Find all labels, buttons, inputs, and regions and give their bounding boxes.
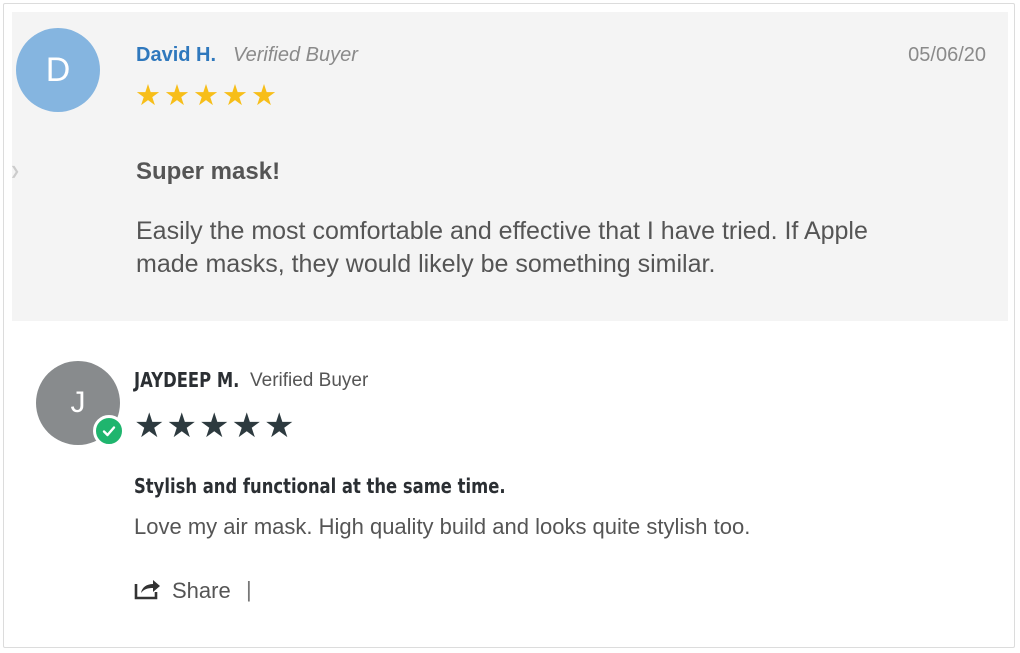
share-label: Share: [172, 577, 231, 603]
reviewer-name[interactable]: David H.: [136, 44, 216, 67]
review-card: ❯ D David H. Verified Buyer 05/06/20 ★ ★…: [10, 12, 1008, 321]
verified-buyer-label: Verified Buyer: [233, 44, 358, 66]
review-title: Super mask!: [136, 158, 281, 185]
star-rating: ★ ★ ★ ★ ★: [134, 409, 294, 443]
review-body: Easily the most comfortable and effectiv…: [136, 217, 868, 278]
star-icon: ★: [134, 407, 165, 445]
star-icon: ★: [251, 80, 277, 112]
star-icon: ★: [166, 407, 197, 445]
avatar: D: [16, 28, 100, 112]
scroll-edge-icon: ❯: [10, 164, 21, 178]
review-body: Love my air mask. High quality build and…: [134, 514, 751, 539]
star-icon: ★: [135, 80, 161, 112]
action-divider: |: [246, 577, 252, 602]
star-icon: ★: [222, 80, 248, 112]
star-icon: ★: [164, 80, 190, 112]
star-icon: ★: [231, 407, 262, 445]
verified-buyer-label: Verified Buyer: [250, 370, 369, 391]
review-title: Stylish and functional at the same time.: [134, 474, 506, 498]
star-icon: ★: [193, 80, 219, 112]
review-date: 05/06/20: [908, 44, 986, 66]
star-rating: ★ ★ ★ ★ ★: [135, 82, 277, 111]
share-button[interactable]: Share: [134, 576, 231, 605]
star-icon: ★: [198, 407, 230, 445]
reviewer-name[interactable]: JAYDEEP M.: [134, 368, 239, 392]
share-icon: [134, 576, 162, 605]
star-icon: ★: [263, 407, 295, 445]
verified-check-icon: [93, 415, 125, 447]
